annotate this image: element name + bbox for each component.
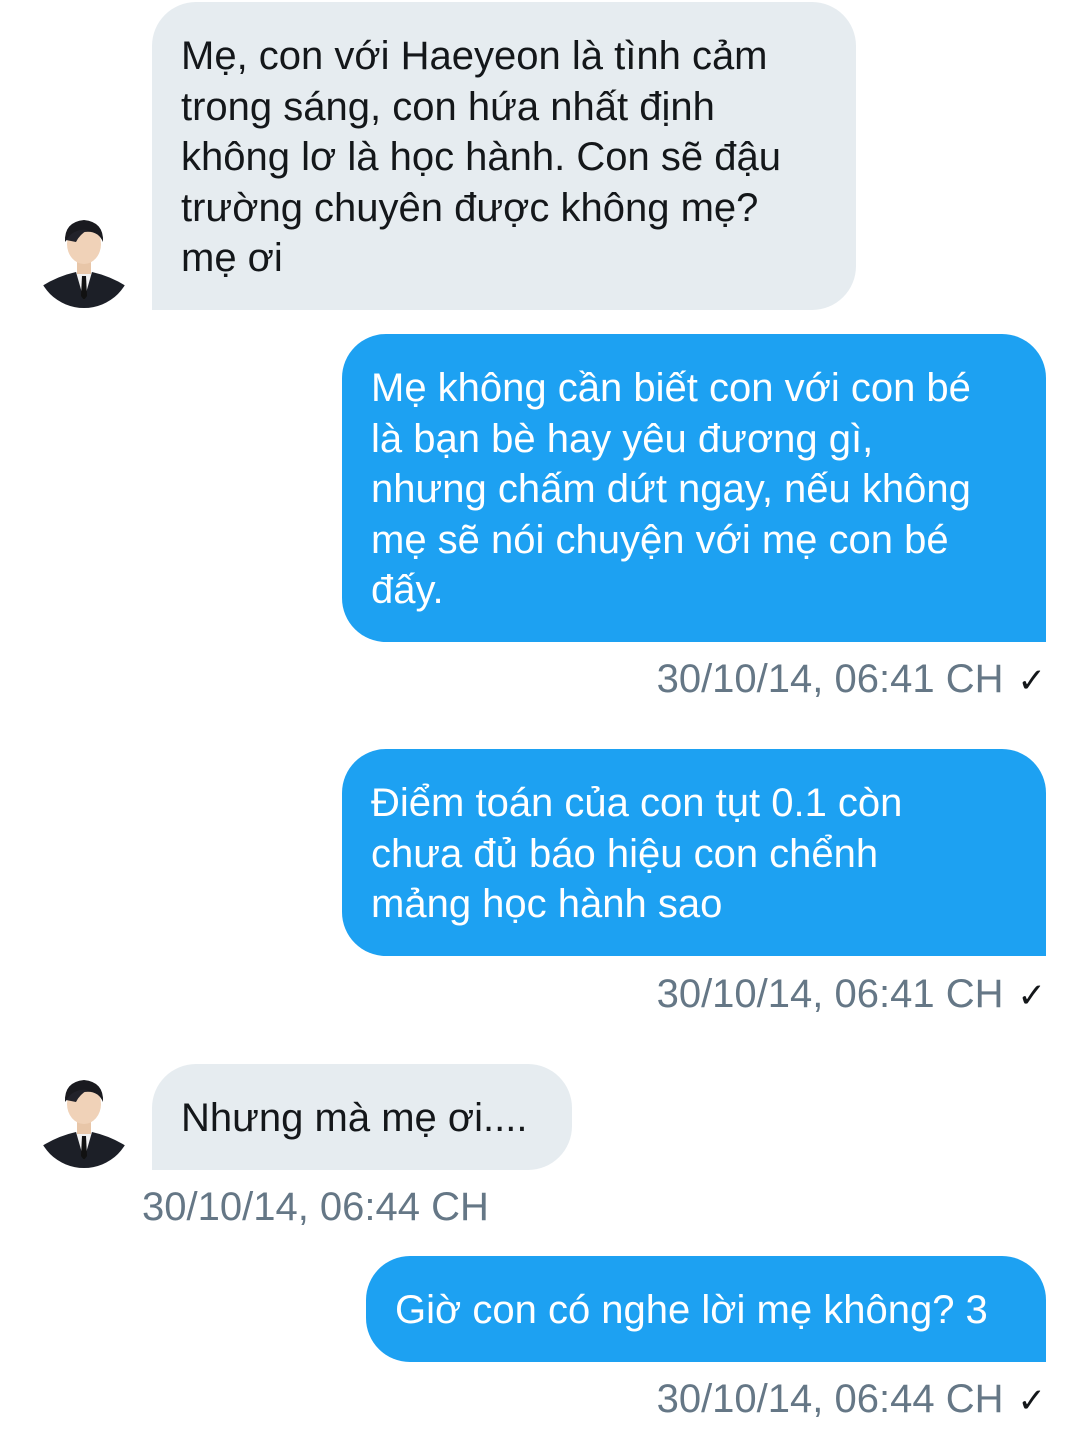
message-bubble-outgoing[interactable]: Mẹ không cần biết con với con bé là bạn … [342,334,1046,642]
message-bubble-incoming[interactable]: Mẹ, con với Haeyeon là tình cảm trong sá… [152,2,856,310]
contact-avatar-icon[interactable] [36,210,132,310]
timestamp-text: 30/10/14, 06:44 CH [656,1377,1004,1421]
checkmark-icon: ✓ [1017,1382,1047,1420]
timestamp-text: 30/10/14, 06:41 CH [656,657,1004,701]
checkmark-icon: ✓ [1017,977,1047,1015]
message-bubble-incoming[interactable]: Nhưng mà mẹ ơi.... [152,1064,572,1170]
timestamp-text: 30/10/14, 06:44 CH [142,1185,489,1229]
message-bubble-outgoing[interactable]: Điểm toán của con tụt 0.1 còn chưa đủ bá… [342,749,1046,956]
checkmark-icon: ✓ [1017,662,1047,700]
message-timestamp: 30/10/14, 06:44 CH [142,1184,489,1230]
contact-avatar-icon[interactable] [36,1070,132,1170]
message-timestamp: 30/10/14, 06:44 CH ✓ [657,1376,1046,1424]
message-timestamp: 30/10/14, 06:41 CH ✓ [657,971,1046,1019]
timestamp-text: 30/10/14, 06:41 CH [656,972,1004,1016]
message-timestamp: 30/10/14, 06:41 CH ✓ [657,656,1046,704]
message-bubble-outgoing[interactable]: Giờ con có nghe lời mẹ không? 3 [366,1256,1046,1362]
